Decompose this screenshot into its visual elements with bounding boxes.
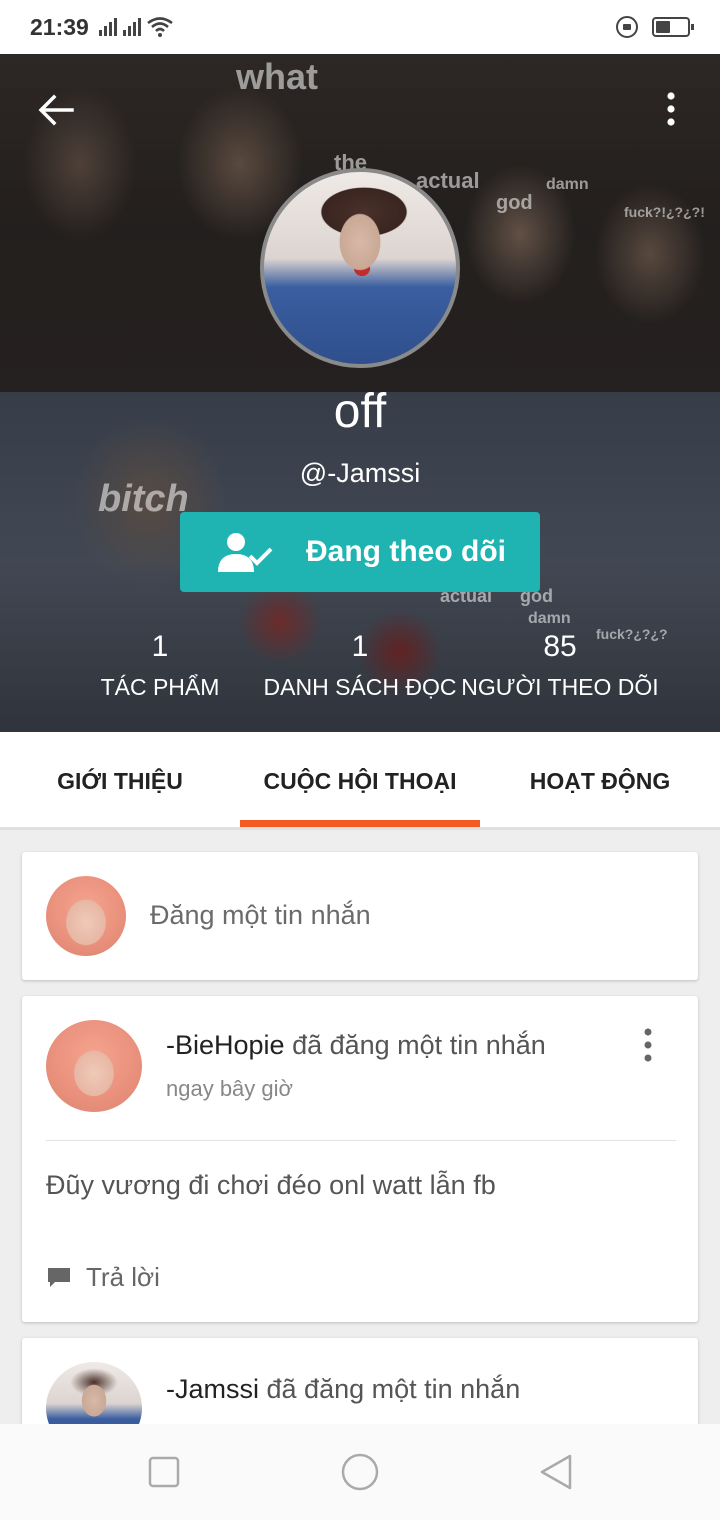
tab-activity[interactable]: HOẠT ĐỘNG [480, 732, 720, 830]
stat-label: NGƯỜI THEO DÕI [461, 674, 659, 700]
following-button-label: Đang theo dõi [306, 535, 506, 568]
battery-icon [652, 17, 694, 37]
compose-message-card[interactable]: Đăng một tin nhắn [22, 852, 698, 980]
more-vertical-icon[interactable] [656, 90, 686, 130]
home-icon[interactable] [340, 1452, 380, 1492]
profile-avatar[interactable] [260, 168, 460, 368]
arrow-left-icon[interactable] [36, 90, 76, 130]
stat-reading-lists[interactable]: 1 DANH SÁCH ĐỌC [260, 630, 460, 701]
message-time: ngay bây giờ [166, 1076, 293, 1101]
message-header: -BieHopie đã đăng một tin nhắn [166, 1030, 546, 1061]
cover-text: damn [546, 176, 589, 193]
author-name[interactable]: -Jamssi [166, 1374, 259, 1404]
divider [46, 1140, 676, 1141]
reply-label: Trả lời [86, 1262, 160, 1292]
wifi-icon [147, 17, 173, 37]
stat-label: TÁC PHẨM [100, 674, 220, 700]
compose-placeholder[interactable]: Đăng một tin nhắn [150, 900, 371, 931]
stat-value: 1 [151, 630, 169, 663]
message-action: đã đăng một tin nhắn [292, 1030, 546, 1060]
message-body: Đũy vương đi chơi đéo onl watt lẫn fb [46, 1170, 496, 1200]
status-bar: 21:39 [0, 0, 720, 54]
stat-followers[interactable]: 85 NGƯỜI THEO DÕI [460, 630, 660, 701]
cover-text: what [236, 56, 319, 97]
cover-text: god [496, 192, 533, 214]
signal-icon [98, 18, 117, 36]
message-card: -BieHopie đã đăng một tin nhắn ngay bây … [22, 996, 698, 1322]
profile-tabs: GIỚI THIỆU CUỘC HỘI THOẠI HOẠT ĐỘNG [0, 732, 720, 830]
more-vertical-icon[interactable] [638, 1026, 658, 1066]
back-triangle-icon[interactable] [536, 1452, 576, 1492]
profile-handle: @-Jamssi [299, 458, 421, 488]
stat-label: DANH SÁCH ĐỌC [263, 674, 457, 700]
following-button[interactable]: Đang theo dõi [180, 512, 540, 592]
comment-icon [48, 1267, 70, 1287]
recent-apps-icon[interactable] [144, 1452, 184, 1492]
stat-works[interactable]: 1 TÁC PHẨM [60, 630, 260, 701]
tab-about[interactable]: GIỚI THIỆU [0, 732, 240, 830]
author-name[interactable]: -BieHopie [166, 1030, 285, 1060]
stat-value: 1 [351, 630, 369, 663]
author-avatar[interactable] [46, 1020, 142, 1112]
system-nav-bar [0, 1424, 720, 1520]
tab-conversations[interactable]: CUỘC HỘI THOẠI [240, 732, 480, 830]
stat-value: 85 [543, 630, 577, 663]
profile-name: off [333, 385, 387, 438]
message-action: đã đăng một tin nhắn [266, 1374, 521, 1404]
status-time: 21:39 [30, 13, 89, 40]
message-header: -Jamssi đã đăng một tin nhắn [166, 1374, 520, 1405]
cover-text: fuck?!¿?¿?! [624, 204, 705, 220]
tab-active-indicator [240, 820, 480, 827]
reply-button[interactable]: Trả lời [46, 1262, 160, 1293]
signal-icon [122, 18, 141, 36]
cover-text: actual [416, 168, 480, 193]
user-check-icon [218, 533, 273, 572]
current-user-avatar [46, 876, 126, 956]
lock-rotation-icon [616, 16, 638, 38]
cover-text: damn [528, 610, 571, 627]
profile-header: what the actual god damn fuck?!¿?¿?! bit… [0, 54, 720, 732]
